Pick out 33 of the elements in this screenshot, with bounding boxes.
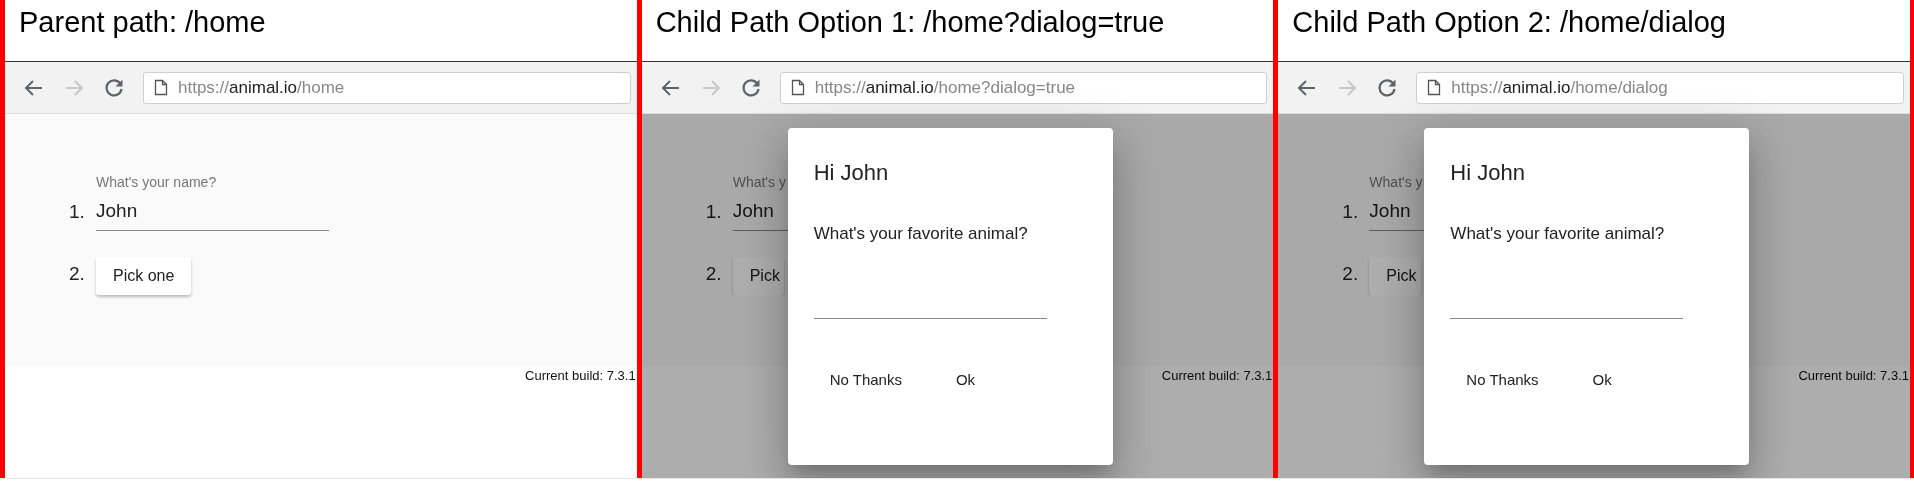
dialog-button[interactable]: No Thanks (813, 361, 918, 397)
address-bar[interactable]: https://animal.io/home?dialog=true (779, 71, 1268, 104)
address-bar[interactable]: https://animal.io/home (143, 71, 631, 104)
list-number: 2. (69, 263, 86, 286)
dialog-title: Hi John (813, 160, 890, 186)
build-version: Current build: 7.3.1 (525, 368, 636, 383)
list-number: 1. (705, 201, 723, 224)
build-version: Current build: 7.3.1 (1161, 368, 1273, 383)
page-icon (790, 79, 805, 96)
dialog-button[interactable]: No Thanks (1450, 361, 1555, 397)
build-version: Current build: 7.3.1 (1798, 368, 1909, 383)
reload-icon[interactable] (103, 76, 125, 99)
dialog-question: What's your favorite animal? (813, 224, 1029, 244)
dialog-button[interactable]: Ok (939, 361, 992, 397)
address-bar[interactable]: https://animal.io/home/dialog (1416, 71, 1904, 104)
reload-icon[interactable] (739, 76, 762, 99)
url-text: https://animal.io/home/dialog (1451, 77, 1668, 98)
name-field[interactable]: What's your name? John (96, 174, 329, 231)
dialog-question: What's your favorite animal? (1450, 224, 1666, 244)
list-number: 1. (69, 201, 86, 224)
pick-button[interactable]: Pick (732, 257, 784, 295)
list-number: 2. (1342, 263, 1360, 286)
url-text: https://animal.io/home?dialog=true (814, 77, 1076, 98)
list-number: 1. (1342, 201, 1360, 224)
page-icon (1427, 79, 1442, 96)
pick-button[interactable]: Pick one (96, 257, 192, 295)
dialog-title: Hi John (1450, 160, 1526, 186)
reload-icon[interactable] (1376, 76, 1399, 99)
url-text: https://animal.io/home (178, 77, 345, 98)
dialog-button[interactable]: Ok (1576, 361, 1628, 397)
pick-button[interactable]: Pick (1369, 257, 1421, 295)
page-icon (154, 79, 168, 96)
list-number: 2. (705, 263, 723, 286)
